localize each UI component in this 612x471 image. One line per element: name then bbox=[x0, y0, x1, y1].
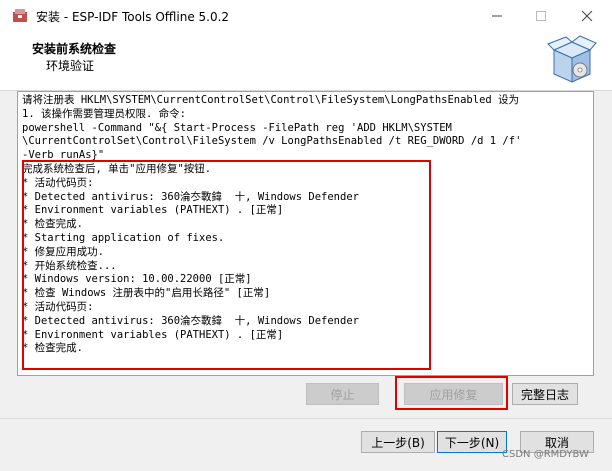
window-title: 安装 - ESP-IDF Tools Offline 5.0.2 bbox=[36, 10, 230, 24]
highlight-box-log bbox=[22, 160, 431, 370]
log-line: 请将注册表 HKLM\SYSTEM\CurrentControlSet\Cont… bbox=[22, 94, 520, 106]
page-subtitle: 环境验证 bbox=[46, 59, 95, 73]
minimize-icon[interactable] bbox=[474, 0, 520, 32]
back-button[interactable]: 上一步(B) bbox=[361, 431, 435, 453]
close-icon[interactable] bbox=[564, 0, 610, 32]
wizard-header: 安装前系统检查 环境验证 bbox=[0, 32, 612, 91]
page-title: 安装前系统检查 bbox=[32, 42, 117, 56]
log-line: \CurrentControlSet\Control\FileSystem /v… bbox=[22, 135, 522, 148]
maximize-icon[interactable] bbox=[518, 0, 564, 32]
log-line: 1. 该操作需要管理员权限. 命令: bbox=[22, 107, 186, 120]
watermark: CSDN @RMDYBW bbox=[502, 449, 589, 460]
log-line: powershell -Command "&{ Start-Process -F… bbox=[22, 121, 452, 134]
title-bar: 安装 - ESP-IDF Tools Offline 5.0.2 bbox=[0, 0, 612, 32]
divider bbox=[0, 418, 612, 419]
installer-box-icon bbox=[547, 35, 597, 83]
highlight-box-apply-fix bbox=[395, 376, 508, 410]
stop-button[interactable]: 停止 bbox=[306, 383, 379, 405]
full-log-button[interactable]: 完整日志 bbox=[512, 383, 578, 405]
next-button[interactable]: 下一步(N) bbox=[437, 431, 507, 453]
app-icon bbox=[13, 9, 27, 22]
